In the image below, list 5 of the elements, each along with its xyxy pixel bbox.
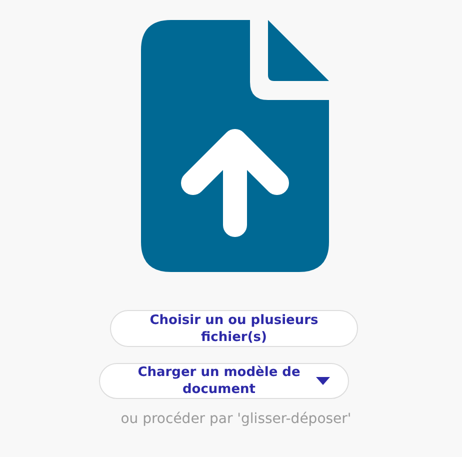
file-upload-icon — [140, 20, 328, 272]
caret-icon — [316, 377, 330, 385]
template-dropdown[interactable]: Charger un modèle de document — [99, 363, 349, 399]
choose-files-button[interactable]: Choisir un ou plusieurs fichier(s) — [110, 310, 358, 347]
drag-drop-hint: ou procéder par 'glisser-déposer' — [120, 410, 352, 429]
